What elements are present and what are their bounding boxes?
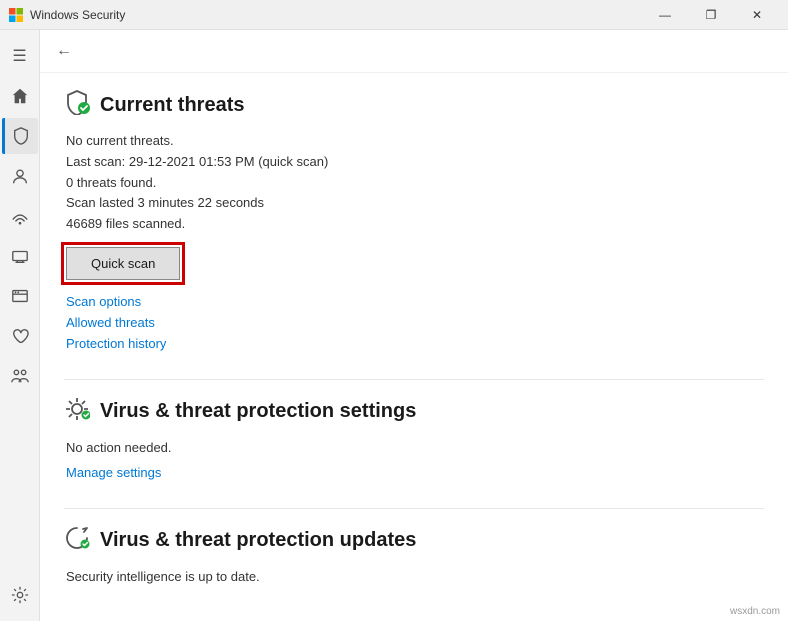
sidebar-item-account[interactable] xyxy=(2,158,38,194)
quick-scan-button[interactable]: Quick scan xyxy=(66,247,180,280)
current-threats-title: Current threats xyxy=(100,94,244,117)
protection-updates-body: Security intelligence is up to date. xyxy=(64,567,764,588)
close-button[interactable]: ✕ xyxy=(734,0,780,30)
protection-updates-title: Virus & threat protection updates xyxy=(100,529,416,552)
back-bar: ← xyxy=(40,30,788,73)
divider-2 xyxy=(64,508,764,509)
sidebar: ☰ xyxy=(0,30,40,621)
current-threats-line-3: Scan lasted 3 minutes 22 seconds xyxy=(66,193,764,214)
sidebar-item-shield[interactable] xyxy=(2,118,38,154)
current-threats-line-4: 46689 files scanned. xyxy=(66,214,764,235)
watermark: wsxdn.com xyxy=(730,606,780,617)
protection-history-link[interactable]: Protection history xyxy=(66,336,764,351)
app-icon xyxy=(8,7,24,23)
section-header-current-threats: Current threats xyxy=(64,89,764,121)
sidebar-item-network[interactable] xyxy=(2,198,38,234)
sidebar-item-family[interactable] xyxy=(2,358,38,394)
app-body: ☰ xyxy=(0,30,788,621)
section-header-protection-updates: Virus & threat protection updates xyxy=(64,525,764,557)
content-area: Current threats No current threats. Last… xyxy=(40,73,788,621)
sidebar-item-app[interactable] xyxy=(2,278,38,314)
section-protection-settings: Virus & threat protection settings No ac… xyxy=(64,396,764,480)
sidebar-item-device[interactable] xyxy=(2,238,38,274)
scan-options-link[interactable]: Scan options xyxy=(66,294,764,309)
protection-settings-body: No action needed. Manage settings xyxy=(64,438,764,480)
current-threats-line-1: Last scan: 29-12-2021 01:53 PM (quick sc… xyxy=(66,152,764,173)
protection-settings-title: Virus & threat protection settings xyxy=(100,400,416,423)
main-content: ← Current threats No current threa xyxy=(40,30,788,621)
sidebar-item-health[interactable] xyxy=(2,318,38,354)
sidebar-item-menu[interactable]: ☰ xyxy=(2,38,38,74)
protection-settings-icon xyxy=(64,396,90,428)
protection-updates-line-0: Security intelligence is up to date. xyxy=(66,567,764,588)
section-current-threats: Current threats No current threats. Last… xyxy=(64,89,764,351)
back-button[interactable]: ← xyxy=(56,42,72,59)
allowed-threats-link[interactable]: Allowed threats xyxy=(66,315,764,330)
current-threats-line-2: 0 threats found. xyxy=(66,173,764,194)
current-threats-icon xyxy=(64,89,90,121)
protection-settings-line-0: No action needed. xyxy=(66,438,764,459)
sidebar-item-home[interactable] xyxy=(2,78,38,114)
minimize-button[interactable]: — xyxy=(642,0,688,30)
window-controls: — ❐ ✕ xyxy=(642,0,780,30)
divider-1 xyxy=(64,379,764,380)
current-threats-line-0: No current threats. xyxy=(66,131,764,152)
current-threats-body: No current threats. Last scan: 29-12-202… xyxy=(64,131,764,351)
title-bar: Windows Security — ❐ ✕ xyxy=(0,0,788,30)
sidebar-item-settings[interactable] xyxy=(2,577,38,613)
manage-settings-link[interactable]: Manage settings xyxy=(66,465,764,480)
window-title: Windows Security xyxy=(30,8,642,22)
protection-updates-icon xyxy=(64,525,90,557)
section-protection-updates: Virus & threat protection updates Securi… xyxy=(64,525,764,588)
maximize-button[interactable]: ❐ xyxy=(688,0,734,30)
section-header-protection-settings: Virus & threat protection settings xyxy=(64,396,764,428)
